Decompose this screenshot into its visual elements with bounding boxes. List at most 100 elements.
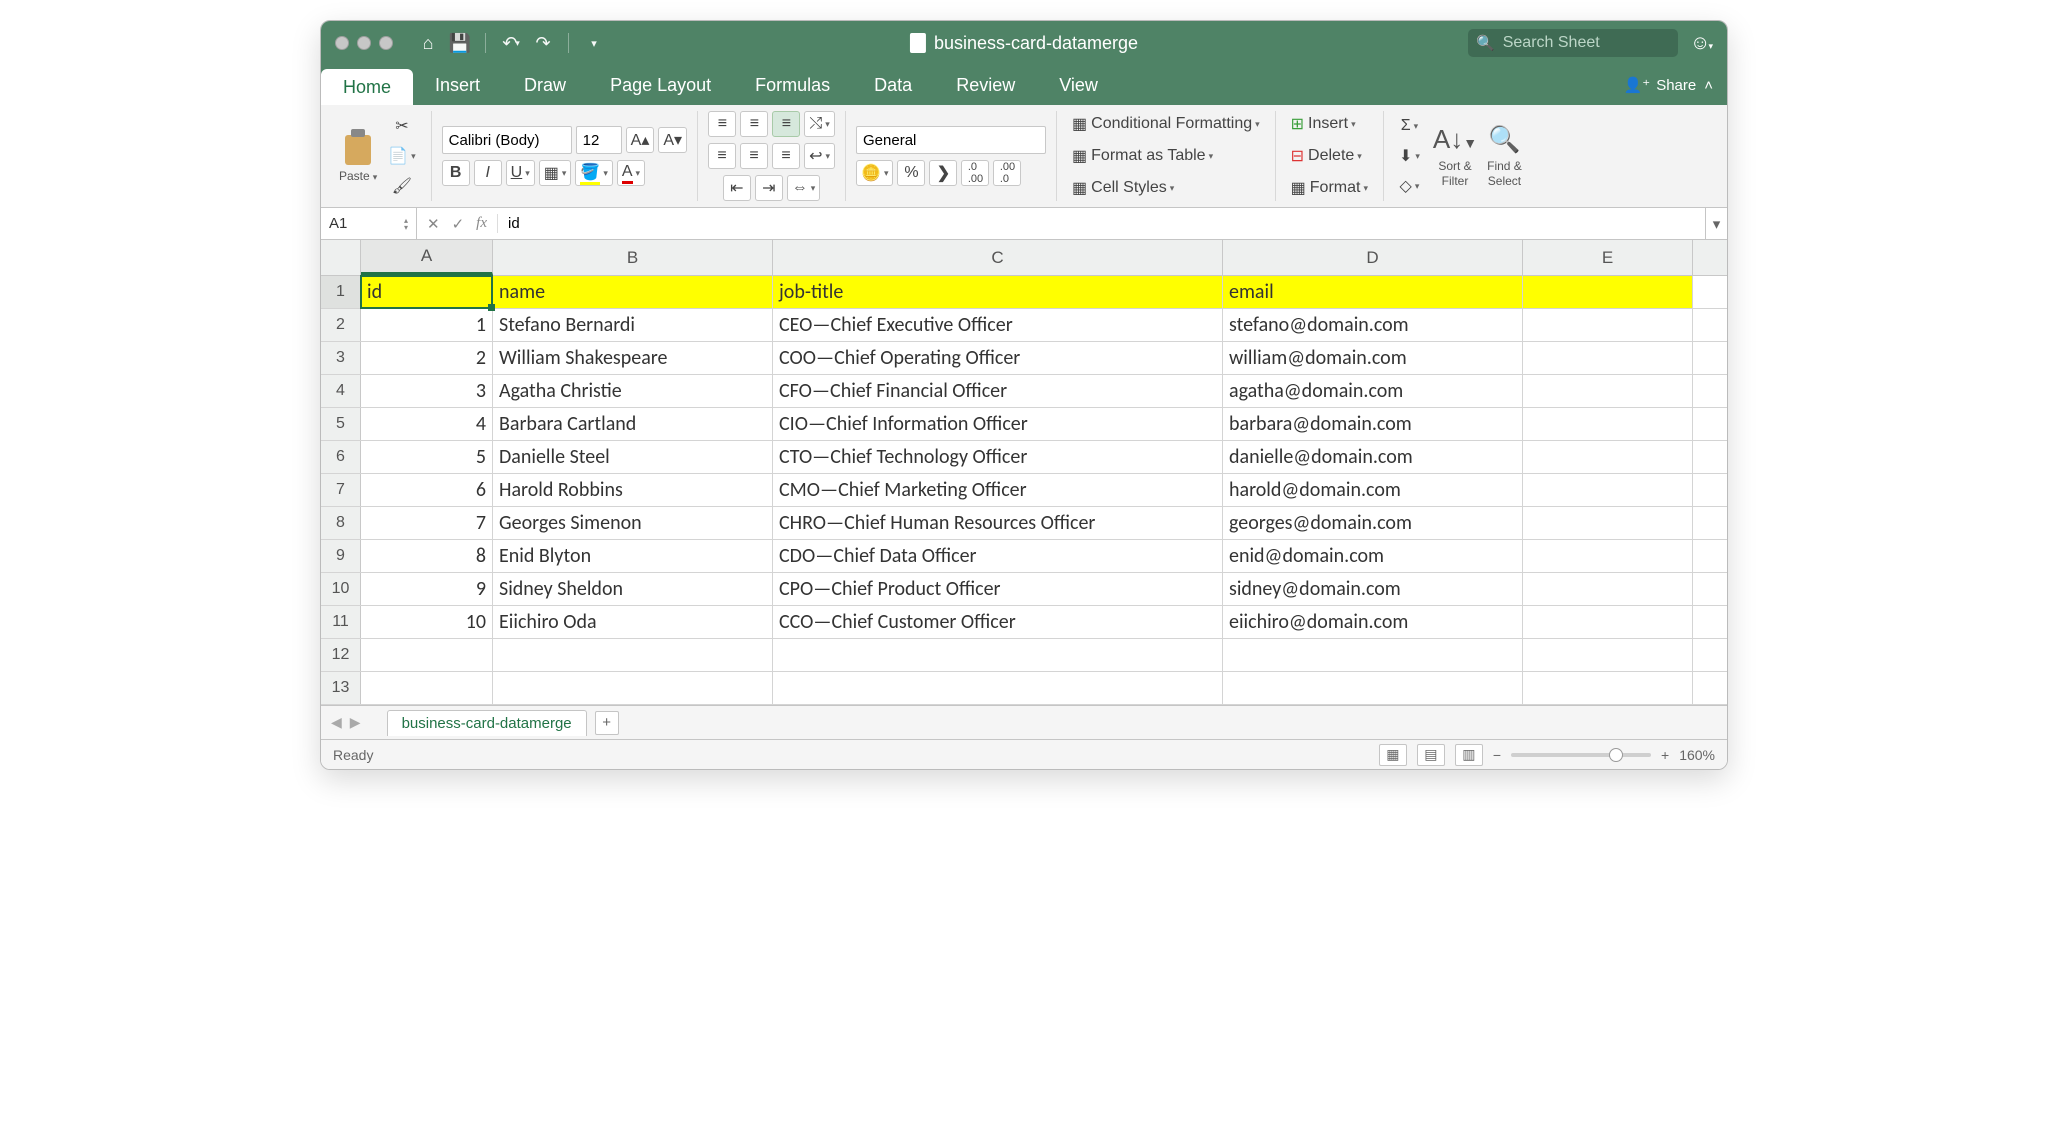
search-sheet[interactable]: 🔍 xyxy=(1468,29,1678,57)
prev-sheet-icon[interactable]: ◀ xyxy=(331,714,342,731)
formula-input[interactable] xyxy=(498,208,1705,239)
row-header[interactable]: 8 xyxy=(321,507,361,539)
cell[interactable]: CIO—Chief Information Officer xyxy=(773,408,1223,440)
cell[interactable]: 10 xyxy=(361,606,493,638)
zoom-in-icon[interactable]: + xyxy=(1661,747,1669,763)
paste-button[interactable]: Paste▾ xyxy=(339,169,377,183)
find-icon[interactable]: 🔍 xyxy=(1488,124,1520,155)
sort-filter-button[interactable]: Sort & Filter xyxy=(1438,159,1471,188)
cell[interactable]: barbara@domain.com xyxy=(1223,408,1523,440)
window-zoom[interactable] xyxy=(379,36,393,50)
row-header[interactable]: 1 xyxy=(321,276,361,308)
cell[interactable]: harold@domain.com xyxy=(1223,474,1523,506)
italic-button[interactable]: I xyxy=(474,160,502,186)
row-header[interactable]: 12 xyxy=(321,639,361,671)
tab-formulas[interactable]: Formulas xyxy=(733,65,852,105)
cell[interactable]: COO—Chief Operating Officer xyxy=(773,342,1223,374)
paste-icon[interactable] xyxy=(343,129,373,165)
cell[interactable]: eiichiro@domain.com xyxy=(1223,606,1523,638)
cell[interactable]: Sidney Sheldon xyxy=(493,573,773,605)
name-box[interactable]: A1 ▴▾ xyxy=(321,208,417,239)
cell[interactable]: Danielle Steel xyxy=(493,441,773,473)
cell[interactable] xyxy=(1523,375,1693,407)
cell[interactable]: CFO—Chief Financial Officer xyxy=(773,375,1223,407)
cell[interactable] xyxy=(1223,672,1523,704)
cell[interactable]: CHRO—Chief Human Resources Officer xyxy=(773,507,1223,539)
cell[interactable] xyxy=(1523,342,1693,374)
undo-icon[interactable]: ↶▾ xyxy=(500,32,522,54)
accounting-format-icon[interactable]: 🪙▾ xyxy=(856,160,893,186)
cell[interactable]: CEO—Chief Executive Officer xyxy=(773,309,1223,341)
decrease-decimal-icon[interactable]: .00.0 xyxy=(993,160,1021,186)
cell[interactable]: 5 xyxy=(361,441,493,473)
tab-insert[interactable]: Insert xyxy=(413,65,502,105)
cell[interactable]: id xyxy=(361,276,493,308)
share-button[interactable]: 👤⁺ Share xyxy=(1624,76,1697,94)
tab-review[interactable]: Review xyxy=(934,65,1037,105)
autosum-icon[interactable]: Σ▾ xyxy=(1395,113,1423,139)
cell-styles[interactable]: ▦ Cell Styles▾ xyxy=(1067,175,1179,201)
table-row[interactable]: 65Danielle SteelCTO—Chief Technology Off… xyxy=(321,441,1727,474)
fill-color-button[interactable]: 🪣▾ xyxy=(575,160,612,186)
align-top-icon[interactable]: ≡ xyxy=(708,111,736,137)
cell[interactable] xyxy=(1523,639,1693,671)
tab-view[interactable]: View xyxy=(1037,65,1120,105)
table-row[interactable]: 1110Eiichiro OdaCCO—Chief Customer Offic… xyxy=(321,606,1727,639)
cell[interactable]: agatha@domain.com xyxy=(1223,375,1523,407)
format-cells[interactable]: ▦ Format▾ xyxy=(1286,175,1373,201)
cell[interactable] xyxy=(493,639,773,671)
table-row[interactable]: 21Stefano BernardiCEO—Chief Executive Of… xyxy=(321,309,1727,342)
page-break-view-icon[interactable]: ▥ xyxy=(1455,744,1483,766)
insert-cells[interactable]: ⊞ Insert▾ xyxy=(1286,111,1361,137)
fx-icon[interactable]: fx xyxy=(476,215,487,232)
sheet-tab[interactable]: business-card-datamerge xyxy=(387,710,587,736)
format-as-table[interactable]: ▦ Format as Table▾ xyxy=(1067,143,1218,169)
font-color-button[interactable]: A▾ xyxy=(617,160,645,186)
decrease-font-icon[interactable]: A▾ xyxy=(658,127,687,153)
cell[interactable]: 1 xyxy=(361,309,493,341)
tab-draw[interactable]: Draw xyxy=(502,65,588,105)
cell[interactable] xyxy=(1523,441,1693,473)
window-close[interactable] xyxy=(335,36,349,50)
cell[interactable]: 6 xyxy=(361,474,493,506)
cell[interactable]: 3 xyxy=(361,375,493,407)
cell[interactable] xyxy=(773,672,1223,704)
zoom-slider[interactable] xyxy=(1511,753,1651,757)
cell[interactable] xyxy=(1523,672,1693,704)
col-header-A[interactable]: A xyxy=(361,240,493,275)
row-header[interactable]: 4 xyxy=(321,375,361,407)
cell[interactable]: 4 xyxy=(361,408,493,440)
increase-decimal-icon[interactable]: .0.00 xyxy=(961,160,989,186)
cell[interactable] xyxy=(1523,573,1693,605)
feedback-icon[interactable]: ☺▾ xyxy=(1690,32,1713,55)
save-icon[interactable]: 💾 xyxy=(449,32,471,54)
cell[interactable]: 8 xyxy=(361,540,493,572)
table-row[interactable]: 98Enid BlytonCDO—Chief Data Officerenid@… xyxy=(321,540,1727,573)
search-input[interactable] xyxy=(1501,33,1670,53)
sort-filter-icon[interactable]: A↓▼ xyxy=(1433,124,1477,155)
tab-data[interactable]: Data xyxy=(852,65,934,105)
row-header[interactable]: 9 xyxy=(321,540,361,572)
select-all-corner[interactable] xyxy=(321,240,361,275)
enter-formula-icon[interactable]: ✓ xyxy=(452,215,465,233)
normal-view-icon[interactable]: ▦ xyxy=(1379,744,1407,766)
cell[interactable] xyxy=(1523,309,1693,341)
comma-format-icon[interactable]: ❯ xyxy=(929,160,957,186)
cell[interactable]: Stefano Bernardi xyxy=(493,309,773,341)
align-center-icon[interactable]: ≡ xyxy=(740,143,768,169)
copy-icon[interactable]: 📄▾ xyxy=(383,143,420,169)
fill-icon[interactable]: ⬇▾ xyxy=(1394,143,1425,169)
add-sheet-button[interactable]: + xyxy=(595,711,619,735)
font-size[interactable] xyxy=(576,126,622,154)
increase-indent-icon[interactable]: ⇥ xyxy=(755,175,783,201)
cell[interactable]: CTO—Chief Technology Officer xyxy=(773,441,1223,473)
cell[interactable]: 9 xyxy=(361,573,493,605)
table-row[interactable]: 109Sidney SheldonCPO—Chief Product Offic… xyxy=(321,573,1727,606)
col-header-E[interactable]: E xyxy=(1523,240,1693,275)
cell[interactable]: 7 xyxy=(361,507,493,539)
merge-cells-icon[interactable]: ⇔▾ xyxy=(787,175,821,201)
row-header[interactable]: 3 xyxy=(321,342,361,374)
row-header[interactable]: 7 xyxy=(321,474,361,506)
cell[interactable]: CDO—Chief Data Officer xyxy=(773,540,1223,572)
cell[interactable] xyxy=(1523,540,1693,572)
